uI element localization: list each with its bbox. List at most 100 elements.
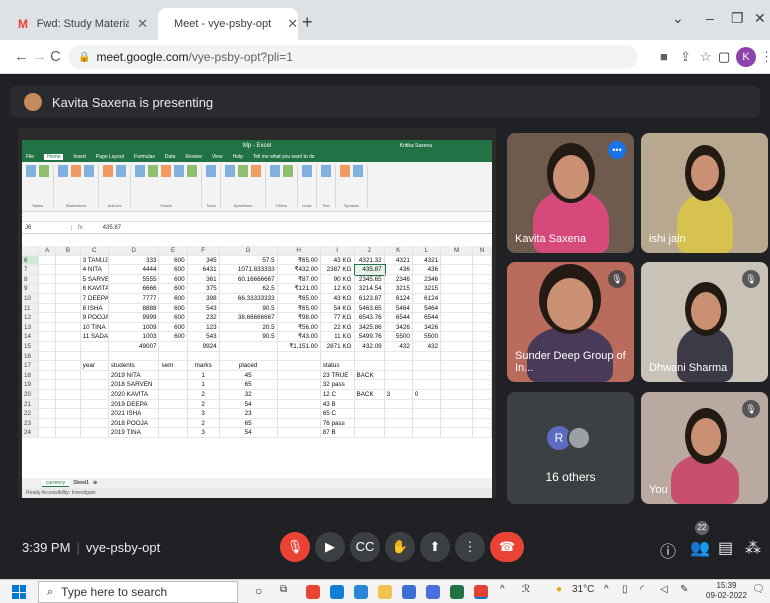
chevron-down-icon[interactable]: ⌄ bbox=[672, 10, 684, 27]
cell[interactable]: 2387 KG bbox=[320, 265, 355, 275]
cell[interactable]: 87 B bbox=[320, 428, 355, 438]
cell[interactable] bbox=[384, 418, 413, 429]
cell[interactable] bbox=[80, 341, 109, 352]
cell[interactable]: 3215 bbox=[384, 284, 413, 294]
battery-icon[interactable]: ▯ bbox=[622, 584, 628, 595]
cell[interactable]: 1071.833333 bbox=[219, 265, 278, 275]
row-number[interactable]: 21 bbox=[22, 399, 40, 410]
cell[interactable] bbox=[39, 293, 57, 304]
forward-arrow-icon[interactable]: → bbox=[32, 48, 47, 65]
cell[interactable]: 54 KG bbox=[320, 303, 355, 314]
column-header[interactable]: B bbox=[56, 246, 81, 256]
cell[interactable]: 543 bbox=[187, 332, 220, 342]
cell[interactable]: 2021 ISHA bbox=[108, 409, 160, 419]
cell[interactable] bbox=[412, 351, 442, 362]
cell[interactable]: 5500 bbox=[384, 332, 413, 342]
tab-gmail[interactable]: M Fwd: Study Materials for Particip ✕ bbox=[8, 8, 158, 40]
cell[interactable]: 6124 bbox=[412, 293, 442, 304]
url-field[interactable]: 🔒 meet.google.com/vye-psby-opt?pli=1 bbox=[68, 45, 638, 69]
cell[interactable]: 9 POOJA bbox=[80, 313, 109, 323]
cell[interactable]: 600 bbox=[159, 313, 188, 323]
cell[interactable]: 3 TANUJ bbox=[80, 255, 109, 266]
cell[interactable]: 6543.76 bbox=[354, 313, 385, 323]
add-sheet-icon[interactable]: ⊕ bbox=[93, 480, 97, 486]
cell[interactable] bbox=[39, 284, 57, 294]
cell[interactable]: 432 bbox=[384, 341, 413, 352]
row-number[interactable]: 6 bbox=[22, 255, 40, 266]
cell[interactable]: 5 SARVEN bbox=[80, 274, 109, 285]
reload-icon[interactable]: C bbox=[50, 48, 61, 65]
raise-hand-button[interactable]: ✋ bbox=[385, 532, 415, 562]
cell[interactable] bbox=[159, 351, 188, 362]
cell[interactable] bbox=[384, 361, 413, 371]
cell[interactable] bbox=[384, 370, 413, 381]
notifications-icon[interactable]: 🗨 bbox=[752, 584, 765, 595]
cell[interactable]: 3 bbox=[187, 409, 220, 419]
cell[interactable]: 2 bbox=[187, 389, 220, 400]
cell[interactable]: 6544 bbox=[412, 313, 442, 323]
row-number[interactable]: 7 bbox=[22, 265, 40, 275]
cell[interactable]: 12 C bbox=[320, 389, 355, 400]
more-options-icon[interactable]: ••• bbox=[608, 141, 626, 159]
row-number[interactable]: 22 bbox=[22, 409, 40, 419]
cell[interactable] bbox=[384, 351, 413, 362]
cell[interactable]: 60.16666667 bbox=[219, 274, 278, 285]
present-button[interactable]: ⬆ bbox=[420, 532, 450, 562]
cell[interactable]: 6431 bbox=[187, 265, 220, 275]
cell[interactable] bbox=[39, 389, 57, 400]
cell[interactable] bbox=[159, 399, 188, 410]
cell[interactable] bbox=[56, 370, 81, 381]
cell[interactable] bbox=[39, 341, 57, 352]
cell[interactable] bbox=[412, 428, 442, 438]
cell[interactable]: 11 KG bbox=[320, 332, 355, 342]
new-tab-button[interactable]: + bbox=[302, 12, 313, 33]
cell[interactable] bbox=[473, 293, 492, 304]
cell[interactable]: 5464 bbox=[412, 303, 442, 314]
temperature[interactable]: 31°C bbox=[572, 584, 594, 595]
cell[interactable]: 7777 bbox=[108, 293, 160, 304]
cell[interactable]: 45 bbox=[219, 370, 278, 381]
cell[interactable] bbox=[473, 313, 492, 323]
get-addins-icon[interactable] bbox=[103, 165, 113, 177]
cell[interactable] bbox=[187, 351, 220, 362]
cell[interactable] bbox=[159, 370, 188, 381]
text-box-icon[interactable] bbox=[321, 165, 331, 177]
cell[interactable]: 2020 KAVITA bbox=[108, 389, 160, 400]
cell[interactable] bbox=[412, 361, 442, 371]
cell[interactable] bbox=[441, 265, 474, 275]
cell[interactable]: 600 bbox=[159, 332, 188, 342]
windows-start-icon[interactable] bbox=[12, 585, 26, 599]
cell[interactable]: 5499.76 bbox=[354, 332, 385, 342]
cell[interactable] bbox=[56, 284, 81, 294]
cell[interactable] bbox=[473, 274, 492, 285]
cell[interactable] bbox=[473, 409, 492, 419]
cell[interactable]: 9999 bbox=[108, 313, 160, 323]
profile-avatar[interactable]: K bbox=[736, 47, 756, 67]
close-icon[interactable]: ✕ bbox=[137, 16, 148, 32]
cell[interactable]: 345 bbox=[187, 255, 220, 266]
cell[interactable]: 600 bbox=[159, 322, 188, 333]
cell[interactable] bbox=[39, 313, 57, 323]
cell[interactable] bbox=[473, 351, 492, 362]
cell[interactable] bbox=[384, 380, 413, 390]
cell[interactable]: 6123.87 bbox=[354, 293, 385, 304]
cell[interactable] bbox=[39, 332, 57, 342]
cell[interactable]: 435.87 bbox=[353, 264, 386, 276]
cell[interactable]: year bbox=[80, 361, 109, 371]
cell[interactable] bbox=[412, 380, 442, 390]
row-number[interactable]: 15 bbox=[22, 341, 40, 352]
cell[interactable] bbox=[80, 380, 109, 390]
cell[interactable]: ₹65.00 bbox=[277, 303, 321, 314]
cell[interactable]: 4321.32 bbox=[354, 255, 385, 266]
pictures-icon[interactable] bbox=[58, 165, 68, 177]
cell[interactable] bbox=[80, 370, 109, 381]
cell[interactable] bbox=[384, 399, 413, 410]
cell[interactable] bbox=[56, 255, 81, 266]
edge-icon[interactable] bbox=[330, 585, 344, 599]
cell[interactable]: 432 bbox=[412, 341, 442, 352]
line-chart-icon[interactable] bbox=[148, 165, 158, 177]
cell[interactable]: 4444 bbox=[108, 265, 160, 275]
menu-page-layout[interactable]: Page Layout bbox=[96, 154, 124, 160]
cell[interactable]: 0 bbox=[412, 389, 442, 400]
cell[interactable]: 543 bbox=[187, 303, 220, 314]
